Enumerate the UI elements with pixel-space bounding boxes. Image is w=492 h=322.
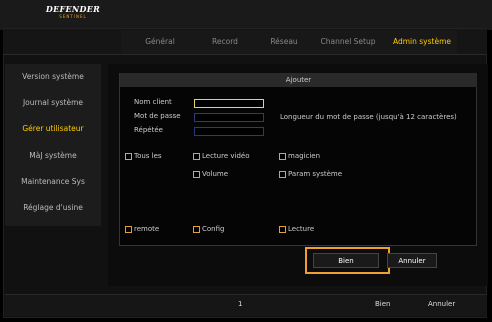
tab-general[interactable]: Général (131, 30, 189, 54)
password-label: Mot de passe (134, 112, 181, 120)
checkbox-box[interactable] (193, 152, 200, 160)
client-name-input[interactable] (194, 99, 264, 108)
page-number: 1 (238, 300, 243, 308)
brand-tagline: SENTINEL (59, 14, 87, 19)
perm-volume-label: Volume (202, 170, 229, 178)
tab-record[interactable]: Record (197, 30, 253, 54)
perm-volume-checkbox[interactable]: Volume (193, 170, 228, 178)
perm-remote-label: remote (134, 225, 160, 233)
dialog-title: Ajouter (120, 73, 477, 87)
perm-video-playback-label: Lecture vidéo (202, 152, 250, 160)
checkbox-box[interactable] (279, 170, 286, 178)
footer-cancel-button[interactable]: Annuler (428, 300, 455, 308)
checkbox-box[interactable] (125, 225, 132, 233)
perm-all-label: Tous les (134, 152, 162, 160)
sidebar: Version système Journal système Gérer ut… (5, 64, 101, 226)
perm-system-params-label: Param système (288, 170, 343, 178)
sidebar-item-manage-users[interactable]: Gérer utilisateur (5, 118, 101, 140)
perm-playback-checkbox[interactable]: Lecture (279, 225, 314, 233)
sidebar-item-maintenance[interactable]: Maintenance Sys (5, 171, 101, 193)
footer-ok-button[interactable]: Bien (375, 300, 391, 308)
dialog-cancel-button[interactable]: Annuler (387, 253, 437, 268)
perm-playback-label: Lecture (288, 225, 315, 233)
checkbox-box[interactable] (125, 152, 132, 160)
perm-config-label: Config (202, 225, 225, 233)
tab-network[interactable]: Réseau (259, 30, 309, 54)
password-length-hint: Longueur du mot de passe (jusqu'à 12 car… (280, 113, 457, 121)
footer-bar (5, 294, 487, 316)
main-tabs: Général Record Réseau Channel Setup Admi… (121, 30, 457, 54)
brand-name: DEFENDER (45, 4, 101, 14)
checkbox-box[interactable] (279, 225, 286, 233)
dialog-ok-button[interactable]: Bien (313, 253, 379, 268)
checkbox-box[interactable] (193, 170, 200, 178)
perm-wizard-checkbox[interactable]: magicien (279, 152, 320, 160)
perm-system-params-checkbox[interactable]: Param système (279, 170, 342, 178)
repeat-password-input[interactable] (194, 127, 264, 136)
perm-wizard-label: magicien (288, 152, 321, 160)
perm-remote-checkbox[interactable]: remote (125, 225, 159, 233)
checkbox-box[interactable] (193, 225, 200, 233)
sidebar-item-system-version[interactable]: Version système (5, 66, 101, 88)
perm-config-checkbox[interactable]: Config (193, 225, 224, 233)
tab-channel-setup[interactable]: Channel Setup (311, 30, 385, 54)
tab-system-admin[interactable]: Admin système (387, 30, 457, 54)
brand-logo: DEFENDER SENTINEL (28, 5, 118, 23)
password-input[interactable] (194, 113, 264, 122)
sidebar-item-system-update[interactable]: MàJ système (5, 145, 101, 167)
checkbox-box[interactable] (279, 152, 286, 160)
repeat-password-label: Répétée (134, 126, 163, 134)
sidebar-item-system-log[interactable]: Journal système (5, 92, 101, 114)
sidebar-item-factory-reset[interactable]: Réglage d'usine (5, 197, 101, 219)
perm-all-checkbox[interactable]: Tous les (125, 152, 162, 160)
client-name-label: Nom client (134, 98, 172, 106)
perm-video-playback-checkbox[interactable]: Lecture vidéo (193, 152, 250, 160)
